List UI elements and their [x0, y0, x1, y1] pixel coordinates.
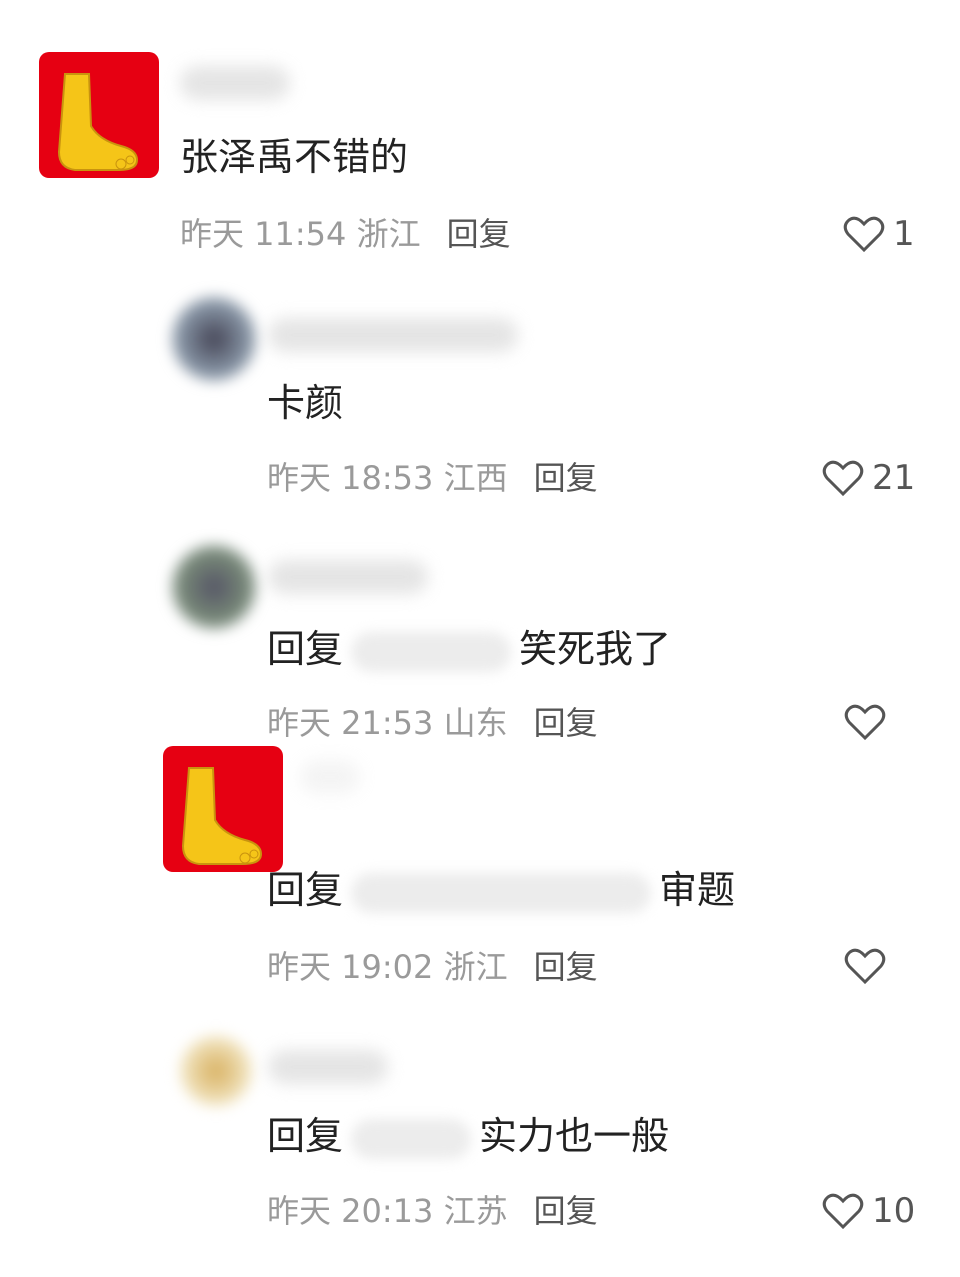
username[interactable] [268, 560, 428, 594]
comment-body: 实力也一般 [479, 1114, 670, 1158]
reply-button[interactable]: 回复 [534, 459, 598, 497]
comment-meta: 昨天 18:53 江西 回复 [267, 458, 598, 498]
like-button[interactable]: 21 [822, 458, 915, 498]
reply-prefix: 回复 [267, 627, 344, 671]
avatar[interactable] [39, 52, 159, 178]
mention-username[interactable] [351, 631, 512, 672]
username[interactable] [300, 760, 360, 794]
foot-icon [181, 767, 263, 865]
reply-button[interactable]: 回复 [534, 948, 598, 986]
avatar[interactable] [163, 746, 283, 872]
like-button[interactable] [844, 703, 894, 741]
comment-meta: 昨天 19:02 浙江 回复 [267, 947, 598, 987]
comment-text: 张泽禹不错的 [180, 135, 409, 179]
avatar[interactable] [172, 297, 256, 381]
mention-username[interactable] [351, 872, 652, 913]
heart-outline-icon [822, 460, 864, 497]
avatar[interactable] [180, 1036, 252, 1106]
comment-date: 昨天 20:13 江苏 [267, 1192, 508, 1230]
like-button[interactable] [844, 947, 894, 985]
like-count: 10 [872, 1191, 916, 1231]
like-count: 21 [872, 458, 916, 498]
username[interactable] [268, 318, 518, 352]
like-button[interactable]: 10 [822, 1191, 915, 1231]
comment-meta: 昨天 21:53 山东 回复 [267, 703, 598, 743]
comment-meta: 昨天 11:54 浙江 回复 [180, 214, 511, 254]
comment-body: 笑死我了 [519, 627, 672, 671]
comment-text: 回复 笑死我了 [267, 626, 671, 672]
heart-outline-icon [822, 1193, 864, 1230]
comment-text: 卡颜 [267, 381, 344, 425]
foot-icon [57, 73, 139, 171]
heart-outline-icon [844, 948, 886, 985]
like-count: 1 [893, 214, 915, 254]
username[interactable] [268, 1050, 388, 1084]
reply-prefix: 回复 [267, 868, 344, 912]
reply-button[interactable]: 回复 [534, 704, 598, 742]
comment-date: 昨天 18:53 江西 [267, 459, 508, 497]
mention-username[interactable] [351, 1118, 472, 1159]
comment-date: 昨天 21:53 山东 [267, 704, 508, 742]
reply-button[interactable]: 回复 [447, 215, 511, 253]
heart-outline-icon [844, 704, 886, 741]
heart-outline-icon [843, 216, 885, 253]
comment-date: 昨天 19:02 浙江 [267, 948, 508, 986]
like-button[interactable]: 1 [843, 214, 915, 254]
comment-meta: 昨天 20:13 江苏 回复 [267, 1191, 598, 1231]
comment-text: 回复 审题 [267, 867, 735, 913]
reply-button[interactable]: 回复 [534, 1192, 598, 1230]
comment-date: 昨天 11:54 浙江 [180, 215, 421, 253]
username[interactable] [180, 66, 290, 100]
avatar[interactable] [172, 545, 256, 629]
reply-prefix: 回复 [267, 1114, 344, 1158]
comment-text: 回复 实力也一般 [267, 1113, 669, 1159]
comment-body: 审题 [659, 868, 736, 912]
